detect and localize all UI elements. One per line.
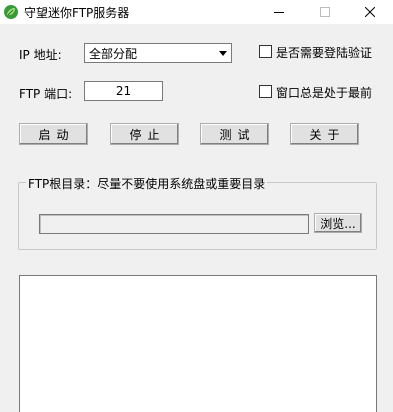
stop-button[interactable]: 停止 xyxy=(110,123,179,145)
ip-select[interactable]: 全部分配 xyxy=(84,43,232,63)
maximize-icon xyxy=(320,7,330,17)
minimize-button[interactable] xyxy=(256,0,302,24)
log-output[interactable] xyxy=(19,275,377,412)
require-login-label: 是否需要登陆验证 xyxy=(276,46,373,60)
browse-button[interactable]: 浏览... xyxy=(314,213,362,233)
port-label: FTP 端口: xyxy=(19,87,73,101)
maximize-button[interactable] xyxy=(302,0,348,24)
start-button[interactable]: 启动 xyxy=(19,123,88,145)
require-login-checkbox[interactable] xyxy=(259,45,272,58)
start-button-label: 启动 xyxy=(38,127,75,142)
dropdown-arrow-icon[interactable] xyxy=(215,44,231,62)
port-value: 21 xyxy=(115,84,132,98)
test-button[interactable]: 测试 xyxy=(200,123,269,145)
root-dir-path-input[interactable] xyxy=(39,214,309,234)
title-bar: 守望迷你FTP服务器 xyxy=(0,0,393,24)
app-leaf-icon xyxy=(3,4,19,20)
close-icon xyxy=(365,7,375,17)
stop-button-label: 停止 xyxy=(129,127,166,142)
always-on-top-label: 窗口总是处于最前 xyxy=(276,86,373,100)
ip-select-value: 全部分配 xyxy=(89,47,138,61)
minimize-icon xyxy=(274,12,284,13)
about-button[interactable]: 关于 xyxy=(290,123,359,145)
root-dir-group-title: FTP根目录：尽量不要使用系统盘或重要目录 xyxy=(26,175,268,192)
port-input[interactable]: 21 xyxy=(84,81,163,101)
close-button[interactable] xyxy=(347,0,393,24)
test-button-label: 测试 xyxy=(219,127,256,142)
about-button-label: 关于 xyxy=(309,127,346,142)
window-title: 守望迷你FTP服务器 xyxy=(24,6,130,20)
always-on-top-checkbox[interactable] xyxy=(259,85,272,98)
ip-label: IP 地址: xyxy=(19,48,62,62)
